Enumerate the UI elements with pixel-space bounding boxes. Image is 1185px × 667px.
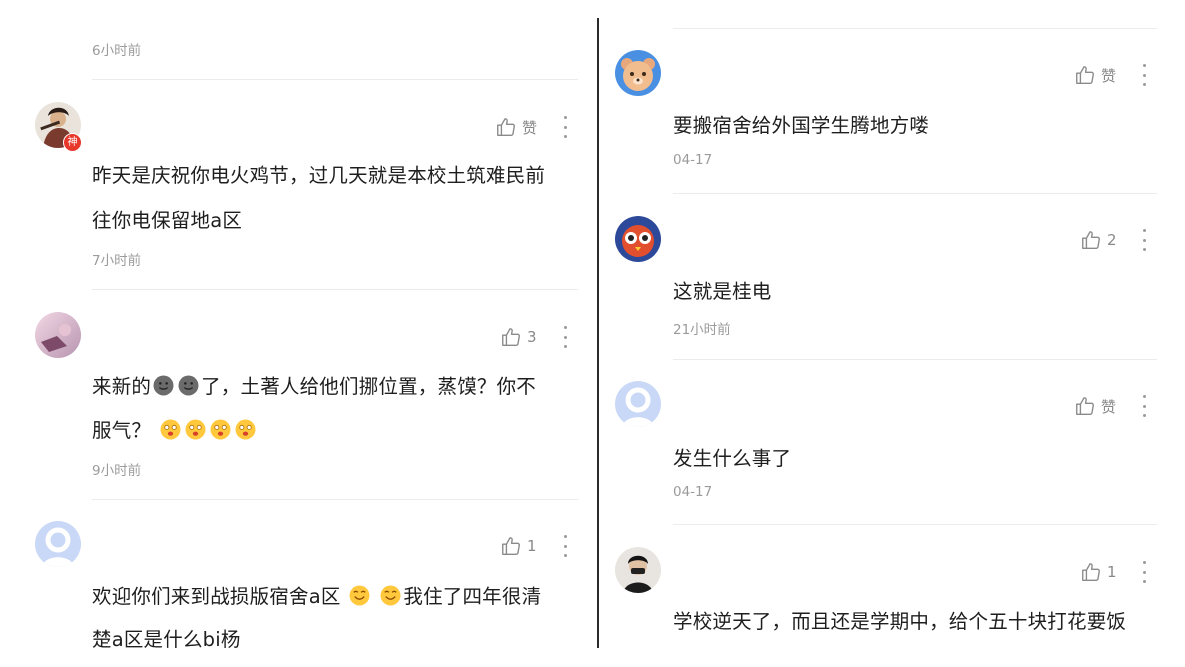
more-vertical-icon[interactable] [1141,395,1147,417]
comment-separator [92,79,578,80]
avatar[interactable] [615,50,661,96]
thumbs-up-icon [497,118,515,136]
like-button[interactable]: 1 [1080,559,1117,585]
comment-text-part: 了，土著人给他们挪位置，蒸馍？你不 [201,375,537,398]
like-button[interactable]: 赞 [495,114,537,140]
avatar[interactable] [35,312,81,358]
thumbs-up-icon [502,537,520,555]
avatar[interactable] [615,216,661,262]
comment-separator [673,524,1157,525]
like-count: 3 [527,328,537,346]
comment-separator [673,193,1157,194]
more-vertical-icon[interactable] [1141,229,1147,251]
thumbs-up-icon [1082,563,1100,581]
comment-column-left: 6小时前 神 赞 昨天是庆祝你电火鸡节，过几天就是本校土筑难民前 往你电保留地a… [0,0,597,667]
comment-text: 欢迎你们来到战损版宿舍a区 我住了四年很清 [92,579,541,615]
comment-text: 发生什么事了 [673,447,792,470]
like-button[interactable]: 赞 [1074,393,1116,419]
thumbs-up-icon [502,328,520,346]
like-count: 赞 [522,118,538,137]
comment-text: 来新的 了，土著人给他们挪位置，蒸馍？你不 [92,369,536,405]
truncated-previous-text [92,4,134,14]
smile-emoji-icon [349,585,370,606]
comment-text: 楚a区是什么bi杨 [92,628,241,651]
comment-text: 服气？ [92,413,258,449]
like-count: 赞 [1101,66,1117,85]
like-count: 1 [527,537,537,555]
like-count: 1 [1107,563,1117,581]
more-vertical-icon[interactable] [1141,561,1147,583]
avatar-badge: 神 [63,133,82,152]
like-count: 2 [1107,231,1117,249]
default-avatar-icon[interactable] [615,381,661,427]
comment-separator [673,28,1157,29]
surprised-face-emoji-icon [185,419,206,440]
comment-text: 学校逆天了，而且还是学期中，给个五十块打花要饭 [673,610,1127,633]
smile-emoji-icon [380,585,401,606]
more-vertical-icon[interactable] [562,116,568,138]
comment-time: 6小时前 [92,43,142,59]
comment-text-part: 我住了四年很清 [403,585,542,608]
like-button[interactable]: 2 [1080,227,1117,253]
thumbs-up-icon [1076,397,1094,415]
comment-text: 昨天是庆祝你电火鸡节，过几天就是本校土筑难民前 [92,164,546,187]
like-count: 赞 [1101,397,1117,416]
more-vertical-icon[interactable] [562,535,568,557]
like-button[interactable]: 赞 [1074,62,1116,88]
comment-text-part: 欢迎你们来到战损版宿舍a区 [92,585,341,608]
comment-time: 21小时前 [673,322,731,338]
more-vertical-icon[interactable] [1141,64,1147,86]
comment-separator [92,499,578,500]
comment-time: 9小时前 [92,463,142,479]
more-vertical-icon[interactable] [562,326,568,348]
surprised-face-emoji-icon [160,419,181,440]
column-divider [597,18,599,648]
like-button[interactable]: 1 [500,533,537,559]
comment-separator [673,359,1157,360]
gray-face-emoji-icon [178,375,199,396]
surprised-face-emoji-icon [210,419,231,440]
surprised-face-emoji-icon [235,419,256,440]
like-button[interactable]: 3 [500,324,537,350]
comment-text: 往你电保留地a区 [92,209,243,232]
comment-time: 04-17 [673,152,713,168]
avatar[interactable] [615,547,661,593]
thumbs-up-icon [1076,66,1094,84]
comment-time: 7小时前 [92,253,142,269]
comment-time: 04-17 [673,484,713,500]
comment-text-part: 来新的 [92,375,152,398]
gray-face-emoji-icon [153,375,174,396]
comment-text-part: 服气？ [92,419,152,442]
comment-text: 要搬宿舍给外国学生腾地方喽 [673,114,930,137]
comment-text: 这就是桂电 [673,280,772,303]
comment-separator [92,289,578,290]
default-avatar-icon[interactable] [35,521,81,567]
comment-column-right: 赞 要搬宿舍给外国学生腾地方喽 04-17 2 这就是桂电 21小时前 赞 发生… [600,0,1185,667]
thumbs-up-icon [1082,231,1100,249]
